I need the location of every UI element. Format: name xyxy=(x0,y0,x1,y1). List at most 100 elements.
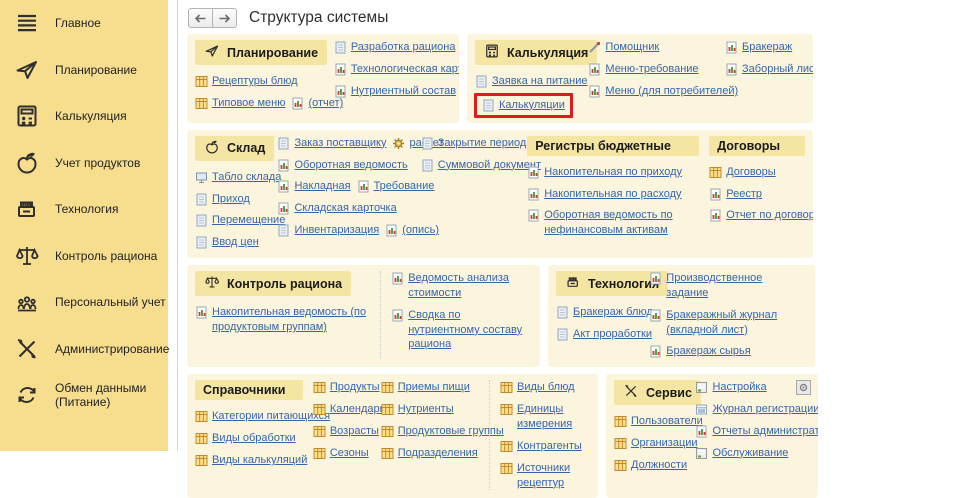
menu-link[interactable]: Календарь xyxy=(330,402,386,417)
link-item: Настройка xyxy=(695,380,766,395)
menu-link[interactable]: Обслуживание xyxy=(712,446,788,461)
calculator-icon xyxy=(484,43,500,62)
menu-link[interactable]: Накопительная по приходу xyxy=(544,165,682,180)
menu-link[interactable]: Подразделения xyxy=(398,446,478,461)
menu-link[interactable]: Единицы измерения xyxy=(517,402,590,432)
menu-link[interactable]: Накопительная по расходу xyxy=(544,187,681,202)
menu-link[interactable]: Инвентаризация xyxy=(294,223,379,238)
menu-link[interactable]: Отчет по договорам xyxy=(726,208,813,223)
menu-link[interactable]: Суммовой документ xyxy=(438,158,541,173)
menu-link[interactable]: Отчеты администратора xyxy=(712,424,818,439)
menu-link[interactable]: Ввод цен xyxy=(212,235,259,250)
menu-link[interactable]: Складская карточка xyxy=(294,201,396,216)
menu-link[interactable]: Пользователи xyxy=(631,414,703,429)
sidebar-item-obmen-dannymi[interactable]: Обмен данными (Питание) xyxy=(0,372,168,419)
menu-link[interactable]: Должности xyxy=(631,458,687,473)
menu-link[interactable]: Заявка на питание xyxy=(492,74,588,89)
sidebar-item-kontrol-raciona[interactable]: Контроль рациона xyxy=(0,233,168,280)
link-item: Календарь xyxy=(313,402,386,417)
table-icon xyxy=(614,459,627,472)
menu-link[interactable]: Меню-требование xyxy=(605,62,698,77)
link-row: Продуктовые группы xyxy=(381,424,479,439)
menu-link[interactable]: Договоры xyxy=(726,165,775,180)
menu-link[interactable]: Бракеражный журнал (вкладной лист) xyxy=(666,308,807,338)
menu-link[interactable]: Оборотная ведомость xyxy=(294,158,407,173)
report-icon xyxy=(277,180,290,193)
link-row: Бракеражный журнал (вкладной лист) xyxy=(649,308,807,338)
panel-column: ДоговорыДоговорыРеестрОтчет по договорам xyxy=(709,136,805,250)
report-icon xyxy=(649,272,662,285)
menu-link[interactable]: Помощник xyxy=(605,40,659,55)
link-item: Перемещение xyxy=(195,213,285,228)
menu-link[interactable]: Заказ поставщику xyxy=(294,136,386,151)
menu-link[interactable]: Бракераж блюд xyxy=(573,305,653,320)
menu-link[interactable]: Продукты xyxy=(330,380,380,395)
panel-column: ПродуктыКалендарьВозрастыСезоны xyxy=(313,380,371,490)
sidebar-item-planirovanie[interactable]: Планирование xyxy=(0,47,168,94)
menu-link[interactable]: Закрытие периода xyxy=(438,136,533,151)
forward-button[interactable] xyxy=(212,8,237,28)
report-icon xyxy=(695,425,708,438)
menu-link[interactable]: Нутриенты xyxy=(398,402,454,417)
menu-link[interactable]: Типовое меню xyxy=(212,96,285,111)
sidebar-item-administrirovanie[interactable]: Администрирование xyxy=(0,326,168,373)
menu-link[interactable]: Меню (для потребителей) xyxy=(605,84,738,99)
sidebar-item-label: Планирование xyxy=(55,63,137,77)
link-row: Оборотная ведомость по нефинансовым акти… xyxy=(527,208,699,238)
link-item: Акт проработки xyxy=(556,327,652,342)
menu-link[interactable]: Сводка по нутриентному составу рациона xyxy=(408,308,532,353)
menu-link[interactable]: Табло склада xyxy=(212,170,281,185)
form-icon xyxy=(695,381,708,394)
menu-link[interactable]: Ведомость анализа стоимости xyxy=(408,271,532,301)
link-row: Закрытие периода xyxy=(421,136,517,151)
menu-link[interactable]: Заборный лист xyxy=(742,62,813,77)
sidebar-item-uchet-produktov[interactable]: Учет продуктов xyxy=(0,140,168,187)
menu-link[interactable]: Производственное задание xyxy=(666,271,807,301)
menu-link[interactable]: Виды обработки xyxy=(212,431,296,446)
gear-frame-icon[interactable] xyxy=(796,380,811,395)
report-icon xyxy=(709,209,722,222)
menu-link[interactable]: Бракераж xyxy=(742,40,792,55)
menu-link[interactable]: Продуктовые группы xyxy=(398,424,504,439)
link-row: Пользователи xyxy=(614,414,685,429)
panel-column: ПланированиеРецептуры блюдТиповое меню(о… xyxy=(195,40,324,115)
menu-link[interactable]: Журнал регистрации xyxy=(712,402,818,417)
menu-link[interactable]: Реестр xyxy=(726,187,762,202)
sidebar-item-personalnyy-uchet[interactable]: Персональный учет xyxy=(0,279,168,326)
sidebar-item-glavnoe[interactable]: Главное xyxy=(0,0,168,47)
table-icon xyxy=(313,425,326,438)
sidebar-item-tehnologiya[interactable]: Технология xyxy=(0,186,168,233)
link-row: Накопительная по расходу xyxy=(527,187,699,202)
menu-link[interactable]: Возрасты xyxy=(330,424,379,439)
menu-link[interactable]: Разработка рациона xyxy=(351,40,456,55)
section-header-label: Склад xyxy=(227,141,265,155)
sidebar-item-kalkulyaciya[interactable]: Калькуляция xyxy=(0,93,168,140)
menu-link[interactable]: Сезоны xyxy=(330,446,369,461)
menu-link[interactable]: Нутриентный состав xyxy=(351,84,456,99)
menu-link[interactable]: Виды блюд xyxy=(517,380,575,395)
report-icon xyxy=(649,309,662,322)
link-row: Акт проработки xyxy=(556,327,639,342)
document-icon xyxy=(195,214,208,227)
menu-link[interactable]: Приемы пищи xyxy=(398,380,470,395)
link-item: Виды калькуляций xyxy=(195,453,307,468)
back-button[interactable] xyxy=(188,8,213,28)
menu-link[interactable]: Оборотная ведомость по нефинансовым акти… xyxy=(544,208,699,238)
menu-link[interactable]: Настройка xyxy=(712,380,766,395)
menu-link[interactable]: Накладная xyxy=(294,179,350,194)
menu-link[interactable]: Технологическая карта xyxy=(351,62,459,77)
menu-link[interactable]: Источники рецептур xyxy=(517,461,590,491)
menu-link[interactable]: Организации xyxy=(631,436,698,451)
menu-link[interactable]: Накопительная ведомость (по продуктовым … xyxy=(212,305,370,335)
link-row: Подразделения xyxy=(381,446,479,461)
menu-link[interactable]: Виды калькуляций xyxy=(212,453,307,468)
menu-link[interactable]: Бракераж сырья xyxy=(666,344,750,359)
menu-link[interactable]: Калькуляции xyxy=(499,98,565,113)
menu-link[interactable]: Контрагенты xyxy=(517,439,582,454)
report-icon xyxy=(527,209,540,222)
link-item: Договоры xyxy=(709,165,775,180)
menu-link[interactable]: Акт проработки xyxy=(573,327,652,342)
menu-link[interactable]: Перемещение xyxy=(212,213,285,228)
menu-link[interactable]: Приход xyxy=(212,192,250,207)
menu-link[interactable]: Рецептуры блюд xyxy=(212,74,298,89)
